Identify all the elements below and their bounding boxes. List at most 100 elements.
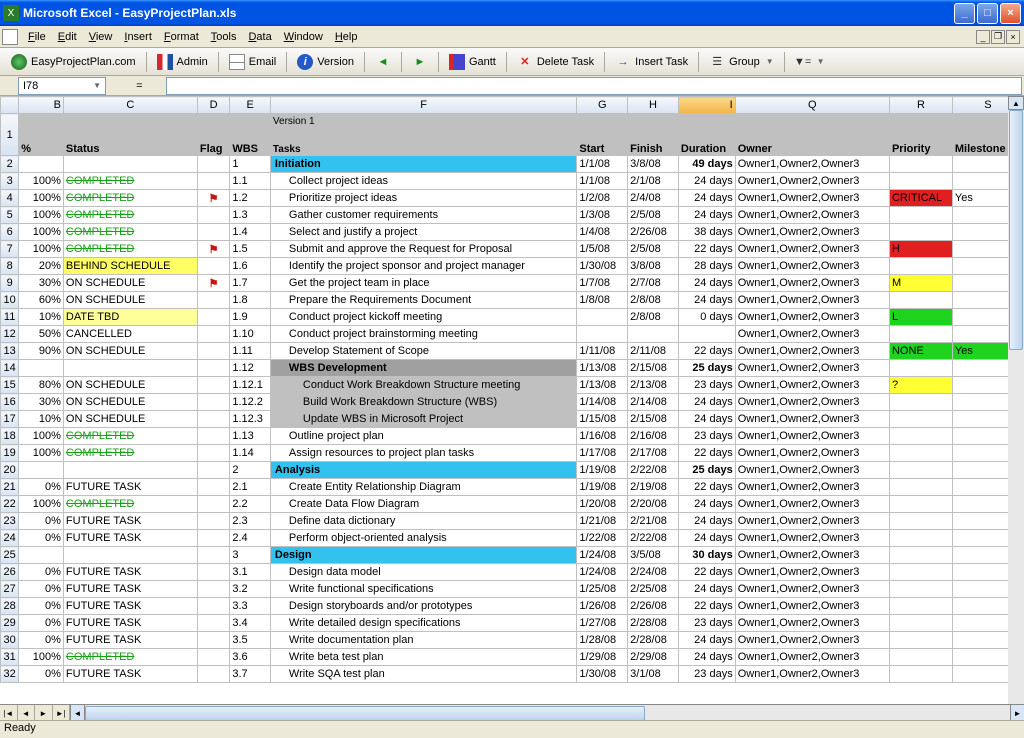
cell[interactable] [197,224,229,241]
cell[interactable]: COMPLETED [63,173,197,190]
cell[interactable]: 1.5 [230,241,271,258]
cell[interactable]: 2/8/08 [628,292,679,309]
cell[interactable]: 24 days [678,292,735,309]
row-header[interactable]: 29 [1,615,19,632]
select-all[interactable] [1,97,19,114]
cell[interactable] [197,649,229,666]
cell[interactable]: 1/21/08 [577,513,628,530]
cell[interactable]: 1.12.3 [230,411,271,428]
cell[interactable]: 1.4 [230,224,271,241]
menu-help[interactable]: Help [329,29,364,45]
cell[interactable]: Owner1,Owner2,Owner3 [735,564,889,581]
cell[interactable]: 80% [19,377,64,394]
cell[interactable]: H [889,241,952,258]
cell[interactable]: Owner1,Owner2,Owner3 [735,411,889,428]
cell[interactable]: 24 days [678,530,735,547]
cell[interactable] [197,581,229,598]
cell[interactable]: COMPLETED [63,241,197,258]
cell[interactable] [889,207,952,224]
cell[interactable]: FUTURE TASK [63,615,197,632]
cell[interactable]: 20% [19,258,64,275]
cell[interactable]: Owner1,Owner2,Owner3 [735,241,889,258]
cell[interactable]: 28 days [678,258,735,275]
row-header[interactable]: 26 [1,564,19,581]
cell[interactable]: COMPLETED [63,445,197,462]
cell[interactable]: Owner1,Owner2,Owner3 [735,598,889,615]
col-header-R[interactable]: R [889,97,952,114]
header-flag[interactable]: Flag [197,114,229,156]
cell[interactable]: 1/19/08 [577,462,628,479]
cell[interactable] [889,428,952,445]
row-header[interactable]: 7 [1,241,19,258]
cell[interactable]: Owner1,Owner2,Owner3 [735,615,889,632]
cell[interactable]: 2/7/08 [628,275,679,292]
hscroll-thumb[interactable] [85,706,645,721]
cell[interactable]: 1/13/08 [577,360,628,377]
cell[interactable]: 1.13 [230,428,271,445]
cell[interactable]: 1/28/08 [577,632,628,649]
cell[interactable]: 1.10 [230,326,271,343]
row-header[interactable]: 24 [1,530,19,547]
table-row[interactable]: 270%FUTURE TASK3.2Write functional speci… [1,581,1024,598]
cell[interactable]: 2/25/08 [628,581,679,598]
cell[interactable]: Update WBS in Microsoft Project [270,411,576,428]
cell[interactable] [889,360,952,377]
cell[interactable]: 3/1/08 [628,666,679,683]
cell[interactable]: 100% [19,207,64,224]
cell[interactable] [197,156,229,173]
cell[interactable] [197,479,229,496]
cell[interactable]: 2/20/08 [628,496,679,513]
menu-edit[interactable]: Edit [52,29,83,45]
cell[interactable]: ON SCHEDULE [63,377,197,394]
cell[interactable]: 24 days [678,190,735,207]
row-header[interactable]: 23 [1,513,19,530]
cell[interactable]: 2/1/08 [628,173,679,190]
cell[interactable]: 0% [19,479,64,496]
cell[interactable]: 24 days [678,513,735,530]
table-row[interactable]: 1710%ON SCHEDULE1.12.3Update WBS in Micr… [1,411,1024,428]
cell[interactable]: Owner1,Owner2,Owner3 [735,394,889,411]
cell[interactable]: 2/13/08 [628,377,679,394]
cell[interactable]: Build Work Breakdown Structure (WBS) [270,394,576,411]
cell[interactable]: ON SCHEDULE [63,275,197,292]
cell[interactable]: 50% [19,326,64,343]
menu-tools[interactable]: Tools [205,29,243,45]
row-header[interactable]: 28 [1,598,19,615]
cell[interactable]: 2/4/08 [628,190,679,207]
cell[interactable]: 2.3 [230,513,271,530]
cell[interactable]: 1.7 [230,275,271,292]
cell[interactable]: Collect project ideas [270,173,576,190]
cell[interactable]: 1.14 [230,445,271,462]
cell[interactable]: 1.9 [230,309,271,326]
row-header[interactable]: 18 [1,428,19,445]
cell[interactable]: ON SCHEDULE [63,394,197,411]
cell[interactable]: COMPLETED [63,428,197,445]
cell[interactable]: 100% [19,190,64,207]
cell[interactable]: 1/15/08 [577,411,628,428]
cell[interactable] [889,258,952,275]
cell[interactable]: 100% [19,173,64,190]
scroll-thumb[interactable] [1009,110,1023,350]
cell[interactable]: COMPLETED [63,207,197,224]
cell[interactable]: 0% [19,666,64,683]
header-finish[interactable]: Finish [628,114,679,156]
cell[interactable]: DATE TBD [63,309,197,326]
cell[interactable]: Submit and approve the Request for Propo… [270,241,576,258]
row-header[interactable]: 14 [1,360,19,377]
table-row[interactable]: 22100%COMPLETED2.2Create Data Flow Diagr… [1,496,1024,513]
cell[interactable]: 22 days [678,241,735,258]
cell[interactable]: 1/16/08 [577,428,628,445]
table-row[interactable]: 930%ON SCHEDULE⚑1.7Get the project team … [1,275,1024,292]
header-start[interactable]: Start [577,114,628,156]
table-row[interactable]: 260%FUTURE TASK3.1Design data model1/24/… [1,564,1024,581]
cell[interactable]: COMPLETED [63,190,197,207]
cell[interactable]: Write documentation plan [270,632,576,649]
header-duration[interactable]: Duration [678,114,735,156]
row-header[interactable]: 16 [1,394,19,411]
menu-view[interactable]: View [83,29,119,45]
row-header[interactable]: 6 [1,224,19,241]
cell[interactable] [889,326,952,343]
formula-input[interactable] [166,77,1022,95]
cell[interactable]: 1/24/08 [577,547,628,564]
col-header-D[interactable]: D [197,97,229,114]
